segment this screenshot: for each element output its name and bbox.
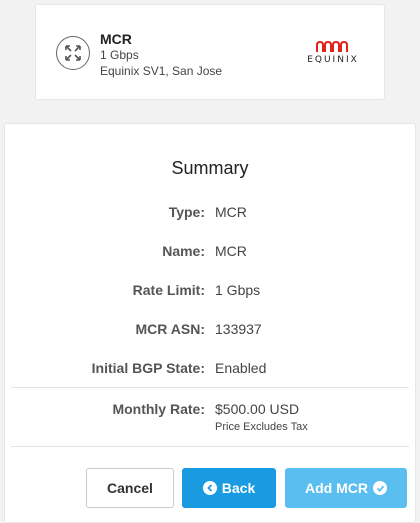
add-mcr-button-label: Add MCR	[305, 480, 368, 496]
row-label: Type:	[168, 204, 205, 220]
row-value: Enabled	[215, 360, 267, 376]
equinix-logo-mark-icon	[316, 40, 348, 52]
equinix-logo: EQUINIX	[304, 40, 362, 70]
row-label: Initial BGP State:	[91, 360, 205, 376]
row-value: 133937	[215, 321, 262, 337]
divider	[11, 387, 409, 388]
cancel-button[interactable]: Cancel	[86, 468, 174, 508]
monthly-rate-value: $500.00 USD	[215, 401, 300, 417]
product-details: MCR 1 Gbps Equinix SV1, San Jose	[100, 31, 222, 79]
divider	[11, 446, 409, 447]
back-button[interactable]: Back	[182, 468, 276, 508]
add-mcr-button[interactable]: Add MCR	[285, 468, 407, 508]
chevron-left-icon	[202, 481, 217, 495]
product-location: Equinix SV1, San Jose	[100, 64, 223, 78]
back-button-label: Back	[221, 480, 256, 496]
row-label: Monthly Rate:	[112, 401, 205, 417]
summary-title: Summary	[171, 158, 249, 178]
equinix-logo-text: EQUINIX	[307, 55, 359, 65]
product-name: MCR	[100, 31, 132, 47]
row-label: Name:	[162, 243, 205, 259]
cancel-button-label: Cancel	[107, 480, 153, 496]
product-speed: 1 Gbps	[100, 48, 139, 62]
product-card: MCR 1 Gbps Equinix SV1, San Jose EQUINIX	[35, 4, 385, 100]
row-value: 1 Gbps	[215, 282, 261, 298]
row-label: Rate Limit:	[132, 282, 205, 298]
row-value: MCR	[215, 243, 247, 259]
price-note: Price Excludes Tax	[215, 421, 308, 433]
row-label: MCR ASN:	[135, 321, 205, 337]
summary-card: Summary Type: MCR Name: MCR Rate Limit: …	[4, 123, 416, 523]
check-icon	[373, 481, 387, 495]
expand-arrows-icon	[56, 36, 90, 70]
row-value: MCR	[215, 204, 247, 220]
